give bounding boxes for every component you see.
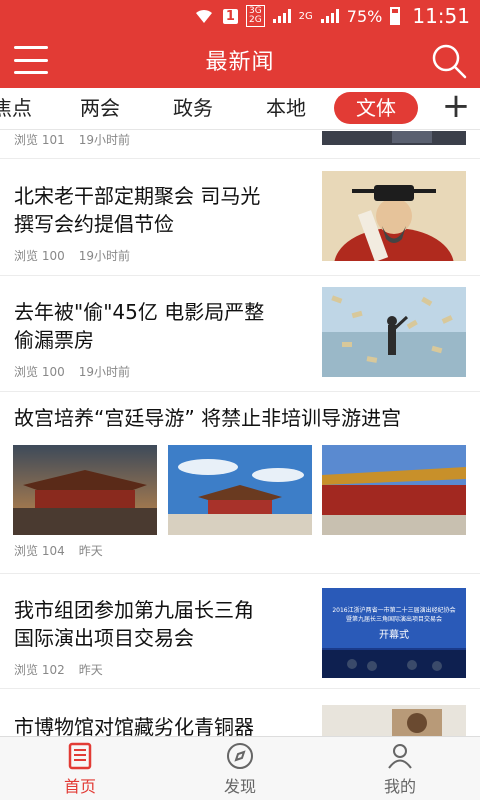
news-thumbnail [322, 445, 466, 535]
item-meta: 浏览 102 昨天 [14, 661, 103, 678]
post-time: 昨天 [78, 663, 103, 677]
news-item[interactable]: 我市组团参加第九届长三角 国际演出项目交易会 浏览 102 昨天 2016江浙沪两… [0, 574, 480, 689]
headline: 市博物馆对馆藏劣化青铜器 [14, 713, 254, 736]
view-count: 浏览 104 [14, 544, 65, 558]
view-count: 浏览 100 [14, 365, 65, 379]
news-thumbnail [322, 705, 466, 736]
thumb-text: 2016江浙沪两省一市第二十三届演出经纪协会 [332, 606, 455, 614]
tab-local[interactable]: 本地 [258, 92, 314, 124]
nav-label: 首页 [63, 776, 96, 796]
app-title: 最新闻 [205, 50, 275, 75]
signal-icon-2 [320, 9, 339, 23]
post-time: 19小时前 [78, 249, 131, 263]
news-item[interactable]: 市博物馆对馆藏劣化青铜器 [0, 689, 480, 736]
nav-label: 发现 [223, 776, 256, 796]
item-meta: 浏览 101 19小时前 [14, 131, 130, 148]
bottom-navigation: 首页 发现 我的 [0, 736, 480, 800]
item-meta: 浏览 100 19小时前 [14, 363, 130, 380]
item-meta: 浏览 104 昨天 [14, 542, 103, 559]
view-count: 浏览 102 [14, 663, 65, 677]
headline: 去年被"偷"45亿 电影局严整 偷漏票房 [14, 298, 264, 354]
battery-icon [390, 7, 401, 25]
news-thumbnail [322, 131, 466, 145]
headline-line: 北宋老干部定期聚会 司马光 [14, 184, 261, 208]
news-item[interactable]: 去年被"偷"45亿 电影局严整 偷漏票房 浏览 100 19小时前 [0, 276, 480, 392]
post-time: 昨天 [78, 544, 103, 558]
battery-percent: 75% [346, 6, 383, 26]
nav-label: 我的 [383, 776, 416, 796]
sim-indicator: 1 [222, 8, 238, 24]
view-count: 浏览 100 [14, 249, 65, 263]
signal-icon [272, 9, 291, 23]
headline-line: 市博物馆对馆藏劣化青铜器 [14, 715, 254, 736]
headline-line: 故宫培养“宫廷导游” 将禁止非培训导游进宫 [14, 406, 402, 430]
tab-culture-sports[interactable]: 文体 [334, 92, 418, 124]
status-bar: 1 3G 2G 2G 75% 11:51 [0, 0, 480, 32]
headline-line: 偷漏票房 [14, 328, 94, 352]
category-tabs: 焦点 两会 政务 本地 文体 + [0, 88, 480, 130]
headline-line: 国际演出项目交易会 [14, 626, 194, 650]
item-meta: 浏览 100 19小时前 [14, 247, 130, 264]
user-icon [388, 743, 412, 769]
headline-line: 撰写会约提倡节俭 [14, 212, 174, 236]
headline-line: 我市组团参加第九届长三角 [14, 598, 254, 622]
clock: 11:51 [412, 4, 470, 28]
compass-icon [227, 742, 253, 769]
nav-profile[interactable]: 我的 [320, 737, 480, 800]
news-thumbnail [322, 171, 466, 261]
news-thumbnail [168, 445, 312, 535]
news-item[interactable]: 北宋老干部定期聚会 司马光 撰写会约提倡节俭 浏览 100 19小时前 [0, 159, 480, 276]
network-type: 3G 2G [245, 5, 265, 27]
news-thumbnail [322, 287, 466, 377]
post-time: 19小时前 [78, 133, 131, 147]
thumb-text: 开幕式 [379, 628, 409, 641]
view-count: 浏览 101 [14, 133, 65, 147]
post-time: 19小时前 [78, 365, 131, 379]
news-feed: 浏览 101 19小时前 北宋老干部定期聚会 司马光 撰写会约提倡节俭 浏览 10… [0, 131, 480, 736]
news-thumbnail [13, 445, 157, 535]
search-icon[interactable] [430, 42, 468, 80]
news-item[interactable]: 故宫培养“宫廷导游” 将禁止非培训导游进宫 浏览 104 昨天 [0, 392, 480, 574]
tab-focus[interactable]: 焦点 [0, 92, 40, 124]
headline: 我市组团参加第九届长三角 国际演出项目交易会 [14, 596, 254, 652]
add-tab-button[interactable]: + [440, 89, 472, 124]
nav-home[interactable]: 首页 [0, 737, 160, 800]
home-doc-icon [68, 742, 92, 769]
network-bottom-label: 2G [248, 15, 262, 25]
headline-line: 去年被"偷"45亿 电影局严整 [14, 300, 265, 324]
headline: 北宋老干部定期聚会 司马光 撰写会约提倡节俭 [14, 182, 260, 238]
headline: 故宫培养“宫廷导游” 将禁止非培训导游进宫 [14, 404, 401, 432]
news-item[interactable]: 浏览 101 19小时前 [0, 131, 480, 159]
news-thumbnail: 2016江浙沪两省一市第二十三届演出经纪协会 暨第九届长三角国际演出项目交易会 … [322, 588, 466, 678]
app-bar: 最新闻 [0, 32, 480, 88]
thumb-text: 暨第九届长三角国际演出项目交易会 [346, 615, 442, 623]
wifi-icon [195, 9, 212, 23]
nav-discover[interactable]: 发现 [160, 737, 320, 800]
tab-government[interactable]: 政务 [165, 92, 221, 124]
menu-icon[interactable] [14, 46, 48, 74]
network-type-2: 2G [298, 10, 313, 22]
tab-two-sessions[interactable]: 两会 [72, 92, 128, 124]
